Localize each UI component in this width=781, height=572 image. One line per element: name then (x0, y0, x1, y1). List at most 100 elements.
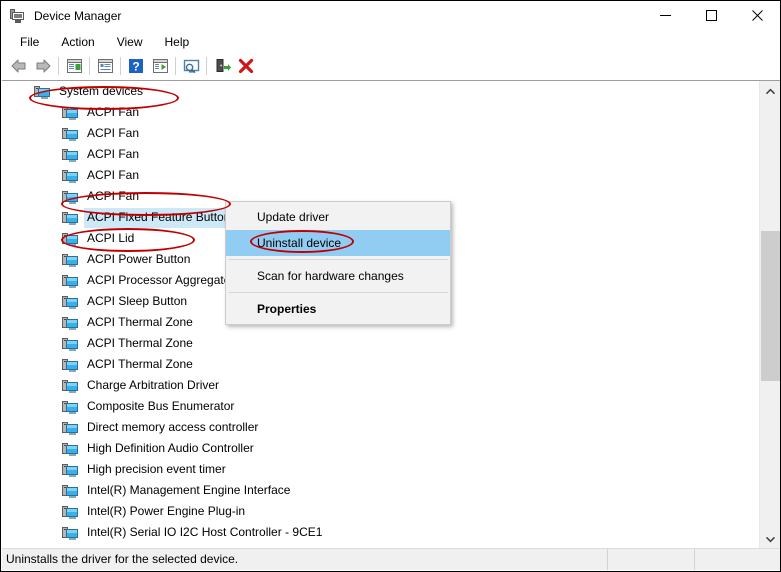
tree-item[interactable]: Charge Arbitration Driver (2, 375, 758, 396)
toolbar-separator (206, 57, 207, 75)
toolbar: ? (2, 53, 780, 79)
tree-item[interactable]: ACPI Fan (2, 165, 758, 186)
device-icon (62, 462, 78, 478)
menu-file[interactable]: File (9, 33, 50, 52)
context-menu: Update driver Uninstall device Scan for … (225, 201, 451, 325)
tree-item-label: ACPI Fan (87, 188, 140, 203)
scroll-down-icon[interactable] (760, 529, 780, 549)
window-title: Device Manager (34, 9, 122, 23)
device-icon (62, 441, 78, 457)
back-icon[interactable] (7, 54, 31, 78)
tree-item-label: ACPI Fan (87, 104, 140, 119)
device-manager-icon (10, 8, 26, 24)
scan-for-hardware-changes-icon[interactable] (179, 54, 203, 78)
tree-item-label: Intel(R) Management Engine Interface (87, 482, 291, 497)
status-bar: Uninstalls the driver for the selected d… (2, 548, 780, 570)
tree-item[interactable]: High Definition Audio Controller (2, 438, 758, 459)
tree-item[interactable]: ACPI Thermal Zone (2, 333, 758, 354)
update-driver-icon[interactable] (210, 54, 234, 78)
toolbar-separator (58, 57, 59, 75)
tree-item[interactable]: ACPI Thermal Zone (2, 354, 758, 375)
menu-action[interactable]: Action (50, 33, 105, 52)
device-icon (62, 126, 78, 142)
menu-help[interactable]: Help (154, 33, 201, 52)
device-icon (62, 105, 78, 121)
tree-root-system-devices[interactable]: System devices (2, 81, 758, 102)
toolbar-separator (175, 57, 176, 75)
toolbar-separator (120, 57, 121, 75)
tree-item-label: Direct memory access controller (87, 419, 259, 434)
context-menu-separator (228, 259, 448, 260)
menu-view[interactable]: View (106, 33, 154, 52)
device-icon (62, 357, 78, 373)
tree-item-label: Composite Bus Enumerator (87, 398, 235, 413)
tree-item-label: ACPI Fan (87, 146, 140, 161)
tree-item-label: ACPI Fan (87, 167, 140, 182)
properties-icon[interactable] (93, 54, 117, 78)
device-icon (62, 273, 78, 289)
update-driver-software-icon[interactable] (148, 54, 172, 78)
toolbar-separator (89, 57, 90, 75)
tree-item-label: ACPI Processor Aggregator (87, 272, 235, 287)
tree-item-label: Charge Arbitration Driver (87, 377, 220, 392)
menu-bar: File Action View Help (2, 31, 780, 53)
device-icon (62, 336, 78, 352)
status-pane-2 (695, 549, 780, 570)
context-menu-item-properties[interactable]: Properties (226, 296, 450, 322)
tree-item[interactable]: ACPI Fan (2, 144, 758, 165)
vertical-scrollbar[interactable] (759, 81, 780, 549)
device-icon (62, 294, 78, 310)
device-icon (62, 315, 78, 331)
device-icon (34, 84, 50, 100)
context-menu-separator (228, 292, 448, 293)
tree-item-label: ACPI Power Button (87, 251, 191, 266)
device-icon (62, 168, 78, 184)
tree-item-label: High Definition Audio Controller (87, 440, 254, 455)
device-icon (62, 231, 78, 247)
tree-item-label: ACPI Thermal Zone (87, 335, 193, 350)
tree-item-label: ACPI Sleep Button (87, 293, 188, 308)
tree-item[interactable]: Intel(R) Serial IO I2C Host Controller -… (2, 522, 758, 543)
device-icon (62, 504, 78, 520)
context-menu-item-uninstall-device[interactable]: Uninstall device (226, 230, 450, 256)
status-pane-1 (608, 549, 695, 570)
help-icon[interactable]: ? (124, 54, 148, 78)
device-icon (62, 525, 78, 541)
device-icon (62, 378, 78, 394)
forward-icon[interactable] (31, 54, 55, 78)
tree-item-label: ACPI Fan (87, 125, 140, 140)
tree-item[interactable]: Intel(R) Power Engine Plug-in (2, 501, 758, 522)
uninstall-device-icon[interactable] (234, 54, 258, 78)
tree-item-label: ACPI Lid (87, 230, 135, 245)
window-controls (642, 1, 780, 30)
tree-item[interactable]: ACPI Fan (2, 123, 758, 144)
tree-item[interactable]: Composite Bus Enumerator (2, 396, 758, 417)
svg-text:?: ? (132, 60, 139, 74)
show-hide-console-tree-icon[interactable] (62, 54, 86, 78)
minimize-button[interactable] (642, 1, 688, 30)
maximize-button[interactable] (688, 1, 734, 30)
tree-item-label: High precision event timer (87, 461, 226, 476)
tree-item-label: ACPI Thermal Zone (87, 314, 193, 329)
tree-item-label: Intel(R) Serial IO I2C Host Controller -… (87, 524, 323, 539)
context-menu-item-update-driver[interactable]: Update driver (226, 204, 450, 230)
status-message: Uninstalls the driver for the selected d… (2, 549, 608, 570)
tree-item-label: ACPI Fixed Feature Button (84, 207, 234, 228)
device-icon (62, 483, 78, 499)
device-icon (62, 420, 78, 436)
tree-root-label: System devices (59, 83, 144, 98)
close-button[interactable] (734, 1, 780, 30)
tree-item[interactable]: ACPI Fan (2, 102, 758, 123)
tree-item-label: Intel(R) Power Engine Plug-in (87, 503, 246, 518)
tree-item-label: ACPI Thermal Zone (87, 356, 193, 371)
context-menu-item-scan-for-hardware-changes[interactable]: Scan for hardware changes (226, 263, 450, 289)
scrollbar-thumb[interactable] (761, 231, 780, 381)
device-icon (62, 147, 78, 163)
title-bar: Device Manager (1, 1, 780, 31)
tree-item[interactable]: High precision event timer (2, 459, 758, 480)
tree-item[interactable]: Direct memory access controller (2, 417, 758, 438)
device-icon (62, 210, 78, 226)
device-manager-window: Device Manager File Action View Help ? S… (0, 0, 781, 572)
scroll-up-icon[interactable] (760, 81, 780, 101)
tree-item[interactable]: Intel(R) Management Engine Interface (2, 480, 758, 501)
